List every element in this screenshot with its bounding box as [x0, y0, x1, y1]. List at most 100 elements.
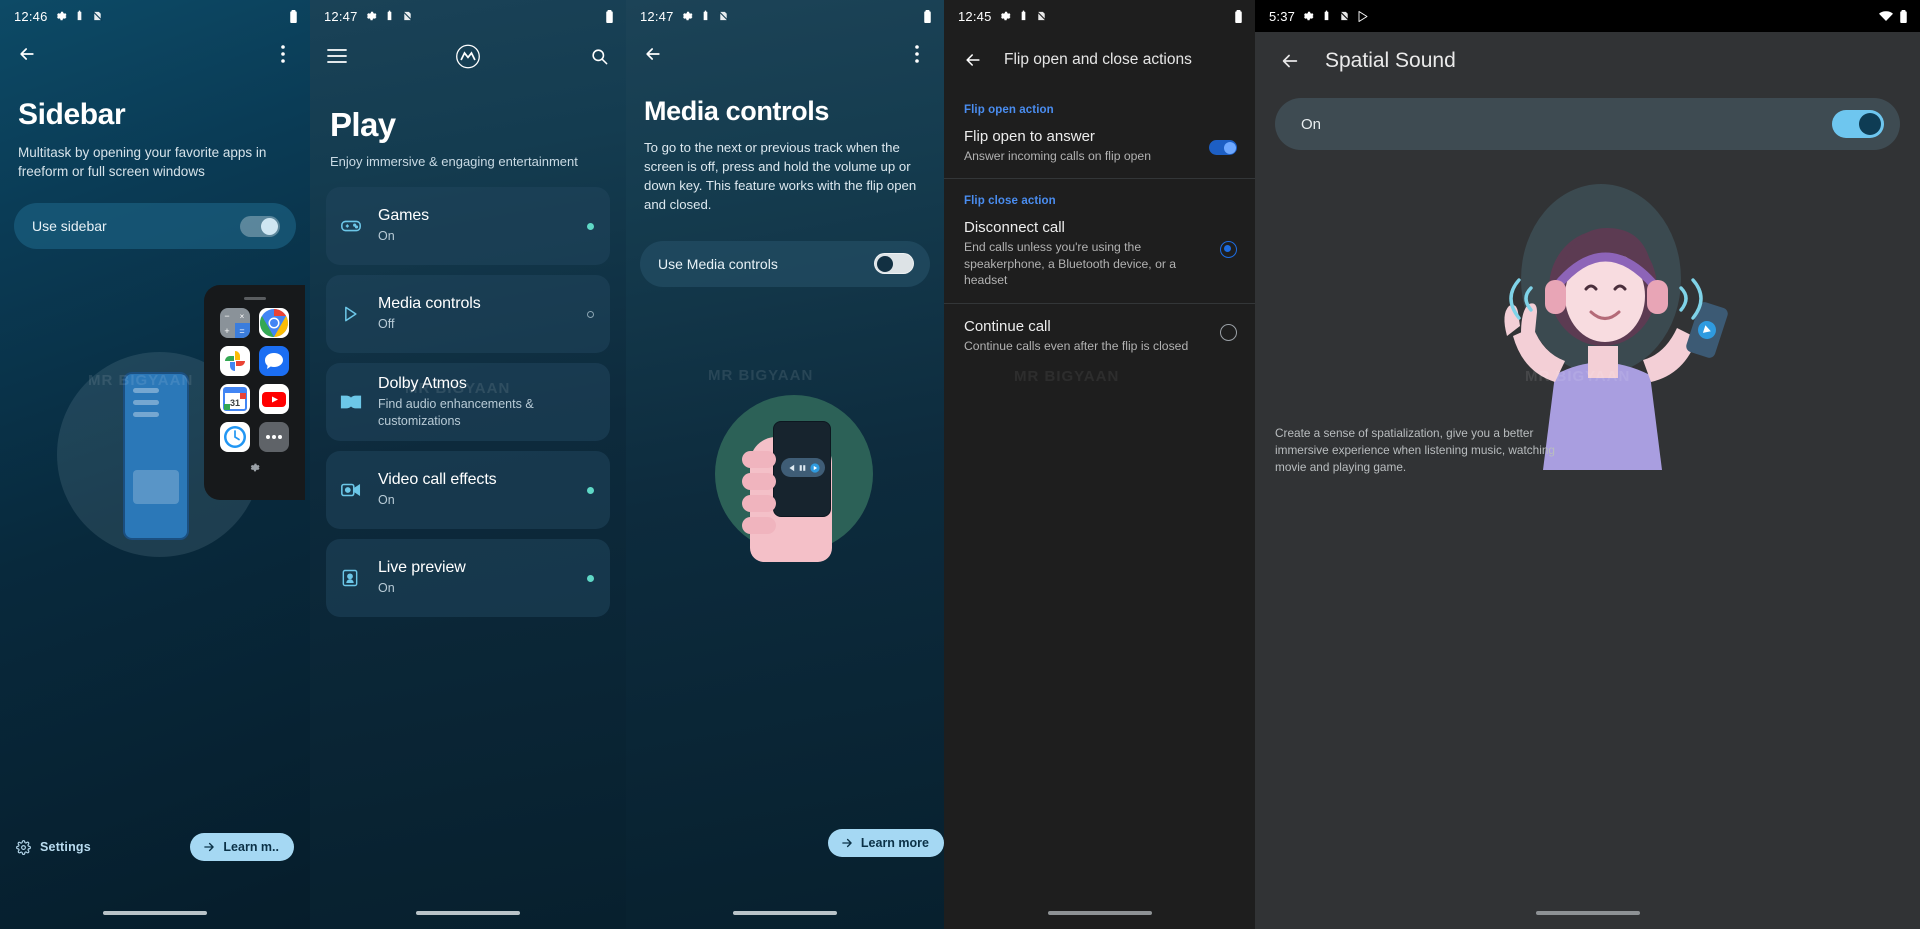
page-title: Media controls — [644, 96, 829, 126]
use-sidebar-switch[interactable] — [240, 215, 280, 237]
status-clock: 12:47 — [640, 8, 674, 24]
status-dot-on — [587, 574, 594, 582]
motorola-logo — [455, 43, 481, 69]
page-subtitle: Enjoy immersive & engaging entertainment — [330, 154, 578, 169]
option-subtitle: Answer incoming calls on flip open — [964, 149, 1151, 163]
status-dot-off — [587, 310, 594, 318]
settings-link[interactable]: Settings — [16, 839, 91, 855]
learn-more-button[interactable]: Learn m.. — [190, 833, 294, 861]
more-apps-icon[interactable] — [259, 422, 289, 452]
svg-text:31: 31 — [230, 398, 240, 408]
flip-open-to-answer-switch[interactable] — [1209, 140, 1237, 155]
google-calendar-icon[interactable]: 31 — [220, 384, 250, 414]
hero-block: Media controls To go to the next or prev… — [626, 76, 944, 215]
gear-icon — [55, 10, 67, 22]
phone-mockup — [123, 372, 189, 540]
overflow-menu-button[interactable] — [904, 41, 930, 67]
no-sim-icon — [718, 10, 729, 22]
battery-icon — [605, 9, 614, 23]
arrow-back-icon — [966, 54, 980, 66]
option-continue-call[interactable]: Continue call Continue calls even after … — [944, 304, 1255, 368]
search-button[interactable] — [586, 43, 612, 69]
nav-gesture-bar[interactable] — [310, 911, 626, 915]
vibrate-icon — [74, 10, 85, 22]
learn-more-button[interactable]: Learn more — [827, 829, 944, 857]
back-button[interactable] — [960, 47, 986, 73]
use-media-controls-toggle-row[interactable]: Use Media controls — [640, 240, 930, 287]
google-photos-icon[interactable] — [220, 346, 250, 376]
wifi-icon — [1879, 10, 1893, 22]
list-item-title: Dolby Atmos — [378, 375, 467, 392]
spatial-sound-description: Create a sense of spatialization, give y… — [1275, 426, 1555, 475]
list-item-subtitle: On — [378, 581, 395, 596]
list-item-subtitle: On — [378, 229, 395, 244]
hamburger-menu-icon — [327, 49, 347, 63]
search-icon — [591, 48, 607, 64]
app-bar — [310, 32, 626, 80]
use-sidebar-toggle-row[interactable]: Use sidebar — [14, 203, 296, 250]
disconnect-call-radio[interactable] — [1220, 241, 1237, 259]
clock-icon[interactable] — [220, 422, 250, 452]
media-transport-controls — [781, 458, 825, 477]
arrow-back-icon — [20, 48, 34, 60]
page-body: To go to the next or previous track when… — [644, 140, 917, 213]
option-flip-open-to-answer[interactable]: Flip open to answer Answer incoming call… — [944, 122, 1255, 178]
gear-icon — [1302, 10, 1314, 22]
vibrate-icon — [1321, 10, 1332, 22]
nav-gesture-bar[interactable] — [0, 911, 310, 915]
messages-icon[interactable] — [259, 346, 289, 376]
battery-icon — [289, 9, 298, 23]
list-item-live-preview[interactable]: Live preview On — [326, 539, 610, 617]
menu-button[interactable] — [324, 43, 350, 69]
sidebar-illustration: MR BIGYAAN −×+= — [0, 280, 310, 700]
list-item-title: Games — [378, 207, 430, 225]
overflow-menu-button[interactable] — [270, 41, 296, 67]
page-title: Play — [330, 106, 396, 143]
list-item-title: Media controls — [378, 295, 481, 313]
option-title: Disconnect call — [964, 219, 1065, 237]
list-item-dolby-atmos[interactable]: Dolby Atmos Find audio enhancements & cu… — [326, 363, 610, 441]
list-item-subtitle: Off — [378, 317, 395, 332]
option-subtitle: End calls unless you're using the speake… — [964, 240, 1177, 288]
list-item-media-controls[interactable]: Media controls Off — [326, 275, 610, 353]
hero-block: Play Enjoy immersive & engaging entertai… — [310, 80, 626, 169]
back-button[interactable] — [1277, 48, 1303, 74]
back-button[interactable] — [640, 41, 666, 67]
nav-gesture-bar[interactable] — [944, 911, 1255, 915]
list-item-subtitle: On — [378, 493, 395, 508]
list-item-title: Video call effects — [378, 471, 497, 489]
phone-panel-flip-actions: 12:45 Flip open and close actions Flip o… — [944, 0, 1255, 929]
more-vert-icon — [915, 45, 919, 63]
dock-settings-button[interactable] — [204, 460, 305, 478]
status-bar: 12:47 — [310, 0, 626, 32]
vibrate-icon — [700, 10, 711, 22]
list-item-video-call-effects[interactable]: Video call effects On — [326, 451, 610, 529]
list-item-title: Live preview — [378, 559, 466, 577]
back-button[interactable] — [14, 41, 40, 67]
spatial-sound-toggle-row[interactable]: On — [1275, 98, 1900, 150]
chrome-icon[interactable] — [259, 308, 289, 338]
continue-call-radio[interactable] — [1220, 323, 1237, 341]
no-sim-icon — [1036, 10, 1047, 22]
watermark: MR BIGYAAN — [708, 367, 814, 384]
status-bar: 12:45 — [944, 0, 1255, 32]
svg-text:×: × — [240, 312, 245, 321]
finger-shapes — [742, 451, 776, 546]
video-effects-icon — [340, 481, 370, 499]
nav-gesture-bar[interactable] — [1255, 911, 1920, 915]
page-title: Sidebar — [18, 98, 126, 131]
calculator-icon[interactable]: − × + = — [220, 308, 250, 338]
gear-icon — [999, 10, 1011, 22]
phone-panel-spatial-sound: 5:37 Spatial Sound On MR Create a sense … — [1255, 0, 1920, 929]
spatial-sound-switch[interactable] — [1832, 110, 1884, 138]
dock-grip[interactable] — [243, 297, 266, 300]
app-bar — [0, 32, 310, 76]
youtube-icon[interactable] — [259, 384, 289, 414]
use-media-controls-switch[interactable] — [874, 253, 914, 275]
sidebar-dock: − × + = 31 — [204, 285, 305, 500]
list-item-games[interactable]: Games On — [326, 187, 610, 265]
status-bar: 5:37 — [1255, 0, 1920, 32]
option-disconnect-call[interactable]: Disconnect call End calls unless you're … — [944, 213, 1255, 302]
nav-gesture-bar[interactable] — [626, 911, 944, 915]
no-sim-icon — [402, 10, 413, 22]
